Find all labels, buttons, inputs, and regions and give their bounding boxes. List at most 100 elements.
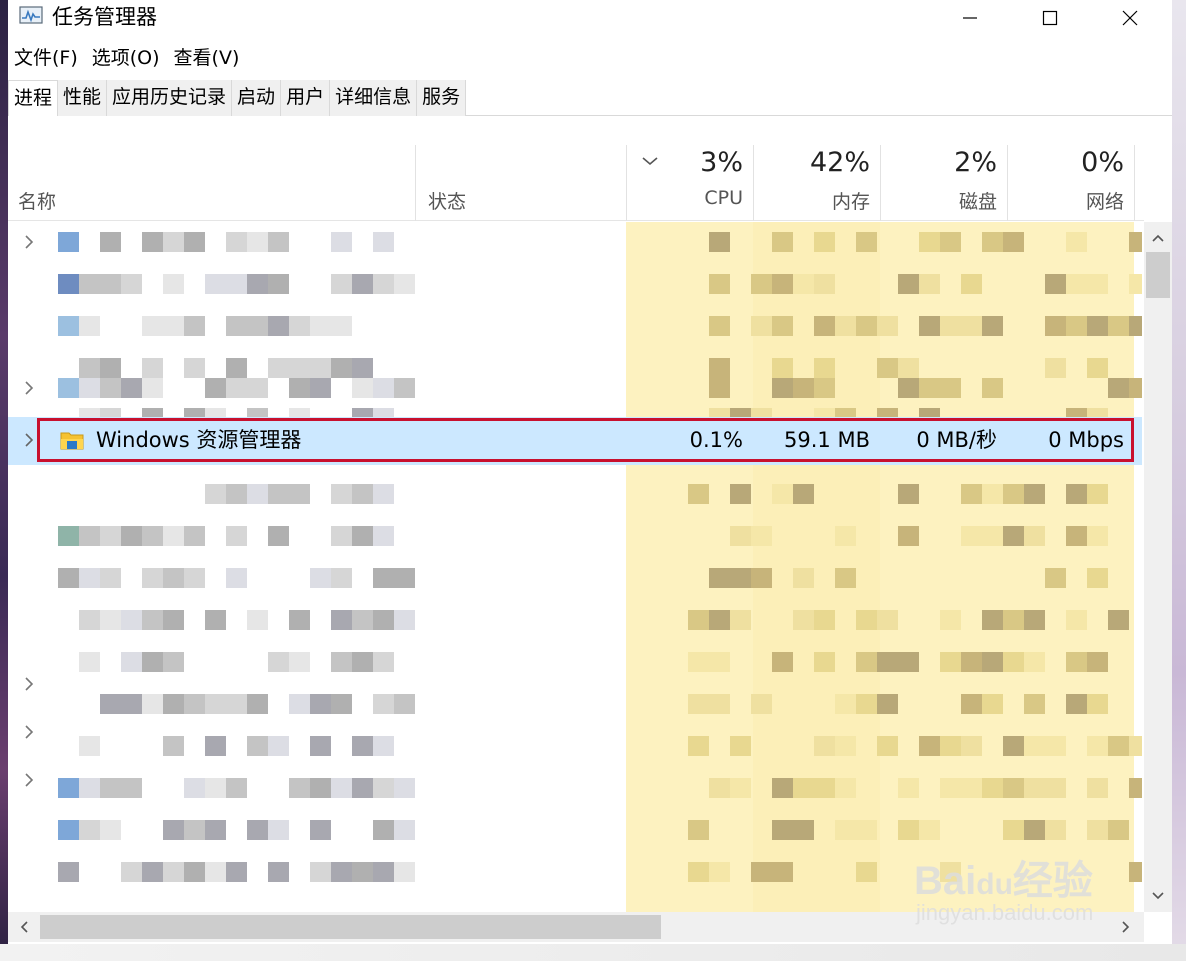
column-divider[interactable] bbox=[626, 145, 627, 221]
pixelated-cell bbox=[331, 862, 352, 882]
pixelated-cell bbox=[142, 358, 163, 378]
pixelated-cell bbox=[79, 568, 100, 588]
pixelated-cell bbox=[268, 820, 289, 840]
pixelated-cell bbox=[373, 568, 394, 588]
expand-chevron-icon[interactable] bbox=[22, 379, 36, 397]
process-row-windows-explorer[interactable]: Windows 资源管理器 0.1% 59.1 MB 0 MB/秒 0 Mbps bbox=[8, 417, 1142, 465]
scroll-up-button[interactable] bbox=[1146, 226, 1170, 250]
pixelated-cell bbox=[121, 610, 142, 630]
pixelated-cell bbox=[898, 778, 919, 798]
pixelated-cell bbox=[982, 484, 1003, 504]
column-cpu[interactable]: 3% CPU bbox=[633, 145, 753, 221]
maximize-icon bbox=[1042, 10, 1058, 26]
pixelated-cell bbox=[310, 568, 331, 588]
pixelated-cell bbox=[184, 820, 205, 840]
menu-file[interactable]: 文件(F) bbox=[8, 44, 84, 74]
horizontal-scroll-thumb[interactable] bbox=[40, 915, 661, 939]
pixelated-cell bbox=[961, 484, 982, 504]
minimize-icon bbox=[963, 17, 977, 19]
tab-users[interactable]: 用户 bbox=[281, 80, 331, 116]
pixelated-cell bbox=[352, 274, 373, 294]
tab-performance[interactable]: 性能 bbox=[58, 80, 108, 116]
pixelated-cell bbox=[709, 778, 730, 798]
scroll-down-button[interactable] bbox=[1146, 884, 1170, 908]
pixelated-cell bbox=[226, 484, 247, 504]
pixelated-cell bbox=[1108, 378, 1129, 398]
pixelated-cell bbox=[982, 778, 1003, 798]
pixelated-cell bbox=[79, 652, 100, 672]
pixelated-cell bbox=[1024, 736, 1045, 756]
menu-options[interactable]: 选项(O) bbox=[86, 44, 166, 74]
pixelated-cell bbox=[268, 652, 289, 672]
pixelated-cell bbox=[310, 316, 331, 336]
pixelated-cell bbox=[331, 778, 352, 798]
expand-chevron-icon[interactable] bbox=[22, 771, 36, 789]
desktop-background-left bbox=[0, 0, 8, 961]
pixelated-cell bbox=[793, 820, 814, 840]
tab-services[interactable]: 服务 bbox=[417, 80, 467, 116]
pixelated-cell bbox=[58, 568, 79, 588]
pixelated-cell bbox=[919, 274, 940, 294]
pixelated-cell bbox=[1003, 778, 1024, 798]
column-divider[interactable] bbox=[415, 145, 416, 221]
column-network[interactable]: 0% 网络 bbox=[1014, 145, 1134, 221]
pixelated-cell bbox=[814, 652, 835, 672]
pixelated-cell bbox=[247, 694, 268, 714]
pixelated-cell bbox=[331, 358, 352, 378]
pixelated-cell bbox=[877, 694, 898, 714]
chevron-down-icon bbox=[1152, 892, 1164, 900]
pixelated-cell bbox=[1087, 694, 1108, 714]
pixelated-cell bbox=[163, 862, 184, 882]
pixelated-cell bbox=[1066, 526, 1087, 546]
pixelated-cell bbox=[121, 652, 142, 672]
pixelated-cell bbox=[184, 694, 205, 714]
pixelated-cell bbox=[1066, 316, 1087, 336]
tab-details[interactable]: 详细信息 bbox=[330, 80, 418, 116]
tab-app-history[interactable]: 应用历史记录 bbox=[107, 80, 233, 116]
column-divider[interactable] bbox=[753, 145, 754, 221]
pixelated-cell bbox=[898, 484, 919, 504]
vertical-scrollbar[interactable] bbox=[1144, 222, 1172, 912]
expand-chevron-icon[interactable] bbox=[22, 233, 36, 251]
column-divider[interactable] bbox=[1007, 145, 1008, 221]
minimize-button[interactable] bbox=[930, 0, 1010, 36]
column-disk[interactable]: 2% 磁盘 bbox=[887, 145, 1007, 221]
column-status[interactable]: 状态 bbox=[428, 187, 466, 214]
pixelated-cell bbox=[709, 610, 730, 630]
scroll-left-button[interactable] bbox=[12, 915, 36, 939]
pixelated-cell bbox=[772, 358, 793, 378]
pixelated-cell bbox=[772, 862, 793, 882]
pixelated-cell bbox=[1108, 316, 1129, 336]
pixelated-cell bbox=[898, 820, 919, 840]
column-divider[interactable] bbox=[880, 145, 881, 221]
pixelated-cell bbox=[373, 484, 394, 504]
tab-processes[interactable]: 进程 bbox=[8, 80, 59, 116]
pixelated-cell bbox=[709, 652, 730, 672]
pixelated-cell bbox=[331, 526, 352, 546]
vertical-scroll-thumb[interactable] bbox=[1146, 252, 1170, 298]
column-name[interactable]: 名称 bbox=[18, 187, 56, 214]
expand-chevron-icon[interactable] bbox=[22, 431, 36, 449]
pixelated-cell bbox=[835, 568, 856, 588]
pixelated-cell bbox=[1087, 820, 1108, 840]
tab-bar: 进程 性能 应用历史记录 启动 用户 详细信息 服务 bbox=[8, 80, 1172, 116]
pixelated-cell bbox=[79, 610, 100, 630]
pixelated-cell bbox=[940, 232, 961, 252]
pixelated-cell bbox=[1024, 652, 1045, 672]
pixelated-cell bbox=[100, 568, 121, 588]
pixelated-cell bbox=[772, 484, 793, 504]
close-button[interactable] bbox=[1090, 0, 1170, 36]
expand-chevron-icon[interactable] bbox=[22, 675, 36, 693]
column-divider[interactable] bbox=[1134, 145, 1135, 221]
pixelated-cell bbox=[205, 484, 226, 504]
pixelated-cell bbox=[205, 610, 226, 630]
pixelated-cell bbox=[79, 820, 100, 840]
pixelated-cell bbox=[1066, 694, 1087, 714]
expand-chevron-icon[interactable] bbox=[22, 723, 36, 741]
maximize-button[interactable] bbox=[1010, 0, 1090, 36]
pixelated-cell bbox=[772, 652, 793, 672]
tab-startup[interactable]: 启动 bbox=[232, 80, 282, 116]
menu-view[interactable]: 查看(V) bbox=[168, 44, 246, 74]
column-memory[interactable]: 42% 内存 bbox=[760, 145, 880, 221]
title-bar[interactable]: 任务管理器 bbox=[8, 0, 1172, 38]
